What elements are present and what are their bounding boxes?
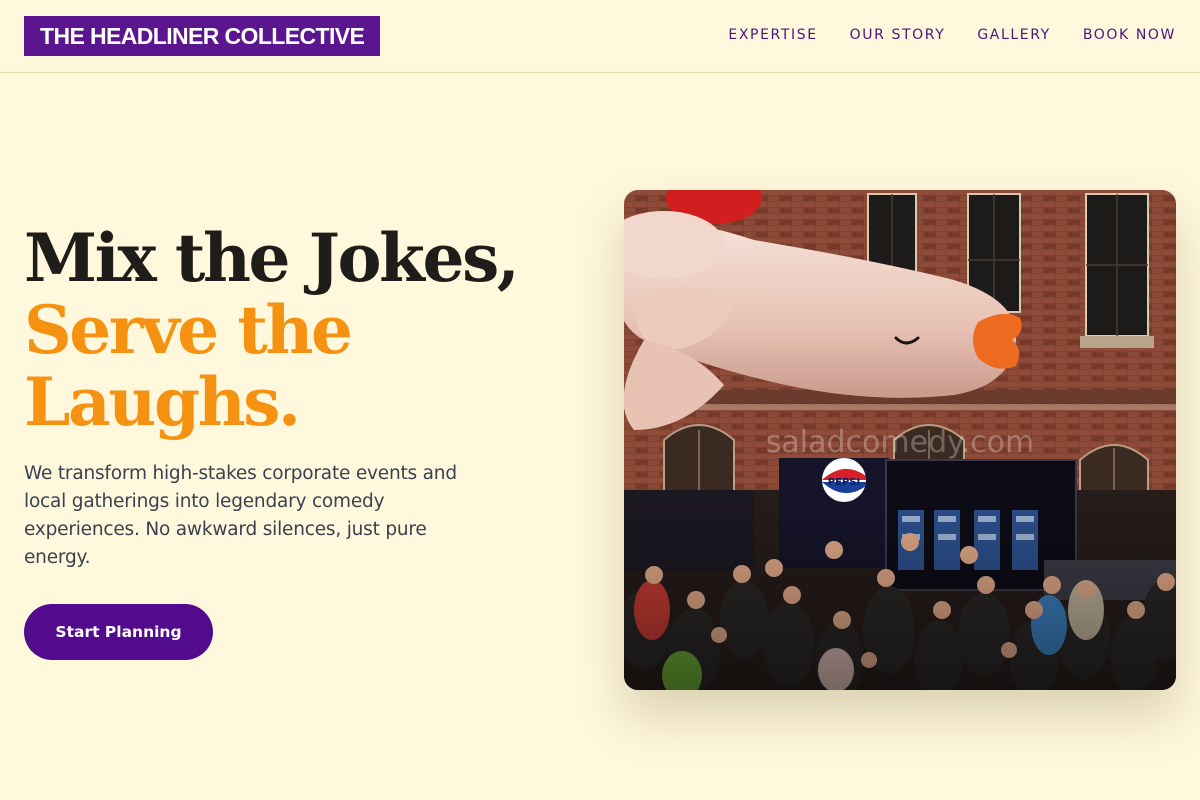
hero-title-line-2: Serve the <box>24 291 353 369</box>
hero-title-line-1: Mix the Jokes, <box>24 219 520 297</box>
event-crowd-photo: PEPSI saladcomedy.com <box>624 190 1176 690</box>
nav-link-book-now[interactable]: BOOK NOW <box>1083 26 1176 44</box>
site-header: THE HEADLINER COLLECTIVE EXPERTISE OUR S… <box>0 0 1200 73</box>
nav-link-gallery[interactable]: GALLERY <box>977 26 1050 44</box>
hero-photo: PEPSI saladcomedy.com <box>624 190 1176 690</box>
start-planning-button[interactable]: Start Planning <box>24 604 213 660</box>
photo-watermark: saladcomedy.com <box>766 425 1034 460</box>
nav-link-our-story[interactable]: OUR STORY <box>850 26 946 44</box>
hero-title-line-3: Laughs. <box>24 363 301 441</box>
site-logo[interactable]: THE HEADLINER COLLECTIVE <box>24 16 381 56</box>
main-nav: EXPERTISE OUR STORY GALLERY BOOK NOW <box>728 26 1176 44</box>
hero-subtitle: We transform high-stakes corporate event… <box>24 463 457 568</box>
hero-title: Mix the Jokes, Serve the Laughs. <box>24 222 584 438</box>
pepsi-banner-text: PEPSI <box>828 477 860 488</box>
nav-link-expertise[interactable]: EXPERTISE <box>728 26 817 44</box>
